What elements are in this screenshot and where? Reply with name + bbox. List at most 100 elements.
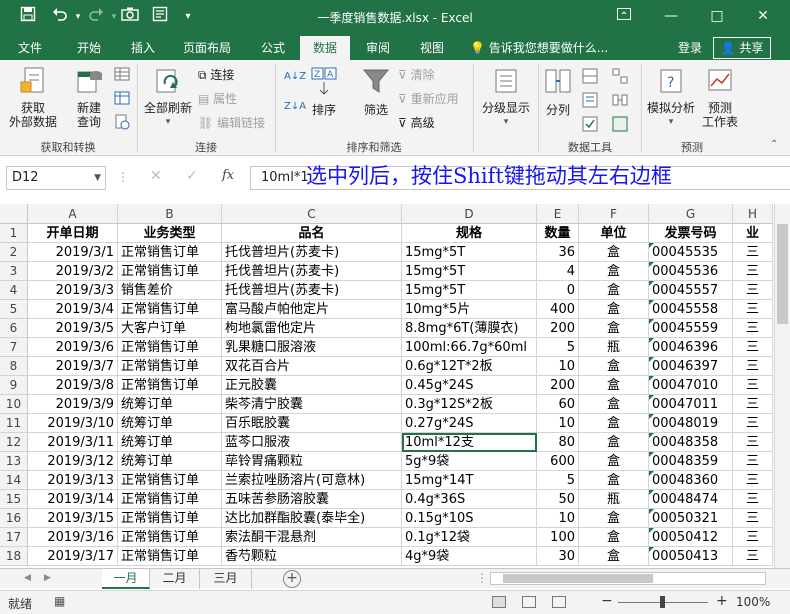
table-cell-col-h[interactable]: 三 <box>733 338 773 357</box>
table-cell-col-a[interactable]: 2019/3/8 <box>28 376 118 395</box>
table-cell-col-e[interactable]: 10 <box>537 509 579 528</box>
table-cell-col-c[interactable]: 百乐眠胶囊 <box>222 414 402 433</box>
row-header[interactable]: 17 <box>0 528 28 547</box>
column-header-d[interactable]: D <box>402 204 537 224</box>
table-cell-col-h[interactable]: 三 <box>733 528 773 547</box>
column-header-c[interactable]: C <box>222 204 402 224</box>
table-cell-col-a[interactable]: 2019/3/16 <box>28 528 118 547</box>
table-cell-col-b[interactable]: 销售差价 <box>118 281 222 300</box>
table-cell-col-e[interactable]: 100 <box>537 528 579 547</box>
maximize-button[interactable]: □ <box>694 0 740 32</box>
table-cell-col-g[interactable]: 00046397 <box>649 357 733 376</box>
table-cell-col-g[interactable]: 00050413 <box>649 547 733 566</box>
table-cell-col-h[interactable]: 三 <box>733 262 773 281</box>
sheet-tab-february[interactable]: 二月 <box>150 569 200 589</box>
row-header[interactable]: 12 <box>0 433 28 452</box>
row-header[interactable]: 7 <box>0 338 28 357</box>
tab-formulas[interactable]: 公式 <box>250 36 296 60</box>
table-cell-col-b[interactable]: 正常销售订单 <box>118 357 222 376</box>
table-cell-col-d[interactable]: 10ml*12支 <box>402 433 537 452</box>
table-cell-col-c[interactable]: 托伐普坦片(苏麦卡) <box>222 243 402 262</box>
share-button[interactable]: 👤 共享 <box>713 37 771 59</box>
remove-duplicates-icon[interactable] <box>582 92 598 111</box>
table-cell-col-a[interactable]: 2019/3/11 <box>28 433 118 452</box>
advanced-button[interactable]: ⊽ 高级 <box>398 116 435 130</box>
table-cell-col-a[interactable]: 2019/3/2 <box>28 262 118 281</box>
table-cell-col-a[interactable]: 2019/3/10 <box>28 414 118 433</box>
table-cell-col-b[interactable]: 正常销售订单 <box>118 509 222 528</box>
table-cell-col-b[interactable]: 正常销售订单 <box>118 376 222 395</box>
next-sheet-icon[interactable]: ▶ <box>44 573 51 583</box>
horizontal-scrollbar[interactable] <box>490 572 766 585</box>
table-cell-col-d[interactable]: 0.15g*10S <box>402 509 537 528</box>
column-header-f[interactable]: F <box>579 204 649 224</box>
header-cell-col-a[interactable]: 开单日期 <box>28 224 118 243</box>
table-cell-col-e[interactable]: 600 <box>537 452 579 471</box>
table-cell-col-d[interactable]: 8.8mg*6T(薄膜衣) <box>402 319 537 338</box>
row-header[interactable]: 15 <box>0 490 28 509</box>
prev-sheet-icon[interactable]: ◀ <box>24 573 31 583</box>
sort-ascending-icon[interactable]: A↓Z <box>284 70 306 84</box>
insert-function-icon[interactable]: fx <box>222 168 234 183</box>
row-header[interactable]: 2 <box>0 243 28 262</box>
table-cell-col-b[interactable]: 统筹订单 <box>118 452 222 471</box>
tab-view[interactable]: 视图 <box>408 36 456 60</box>
tell-me-box[interactable]: 💡 告诉我您想要做什么... <box>470 36 608 60</box>
table-cell-col-g[interactable]: 00048359 <box>649 452 733 471</box>
row-header[interactable]: 13 <box>0 452 28 471</box>
text-to-columns-button[interactable]: 分列 <box>540 66 576 117</box>
data-validation-icon[interactable] <box>582 116 598 135</box>
table-cell-col-f[interactable]: 瓶 <box>579 338 649 357</box>
table-cell-col-g[interactable]: 00050412 <box>649 528 733 547</box>
table-cell-col-e[interactable]: 80 <box>537 433 579 452</box>
reapply-button[interactable]: ⊽ 重新应用 <box>398 92 459 106</box>
table-cell-col-b[interactable]: 正常销售订单 <box>118 490 222 509</box>
table-cell-col-a[interactable]: 2019/3/7 <box>28 357 118 376</box>
header-cell-col-e[interactable]: 数量 <box>537 224 579 243</box>
table-cell-col-f[interactable]: 盒 <box>579 414 649 433</box>
table-cell-col-e[interactable]: 200 <box>537 376 579 395</box>
connections-button[interactable]: ⧉ 连接 <box>198 68 234 82</box>
what-if-analysis-button[interactable]: ? 模拟分析 ▾ <box>644 66 698 129</box>
table-cell-col-a[interactable]: 2019/3/6 <box>28 338 118 357</box>
table-cell-col-h[interactable]: 三 <box>733 471 773 490</box>
table-cell-col-b[interactable]: 统筹订单 <box>118 414 222 433</box>
table-cell-col-f[interactable]: 盒 <box>579 433 649 452</box>
table-cell-col-h[interactable]: 三 <box>733 300 773 319</box>
table-cell-col-c[interactable]: 柴芩清宁胶囊 <box>222 395 402 414</box>
table-cell-col-f[interactable]: 盒 <box>579 281 649 300</box>
table-cell-col-b[interactable]: 正常销售订单 <box>118 262 222 281</box>
table-cell-col-h[interactable]: 三 <box>733 509 773 528</box>
table-cell-col-c[interactable]: 达比加群酯胶囊(泰毕全) <box>222 509 402 528</box>
table-cell-col-e[interactable]: 60 <box>537 395 579 414</box>
collapse-ribbon-icon[interactable]: ⌃ <box>770 138 778 152</box>
sort-descending-icon[interactable]: Z↓A <box>284 100 306 114</box>
vertical-scrollbar-thumb[interactable] <box>777 224 788 324</box>
table-cell-col-d[interactable]: 5g*9袋 <box>402 452 537 471</box>
table-cell-col-a[interactable]: 2019/3/9 <box>28 395 118 414</box>
table-cell-col-e[interactable]: 10 <box>537 357 579 376</box>
table-cell-col-h[interactable]: 三 <box>733 490 773 509</box>
add-sheet-icon[interactable]: + <box>283 570 301 588</box>
table-cell-col-e[interactable]: 0 <box>537 281 579 300</box>
filter-button[interactable]: 筛选 <box>356 66 396 117</box>
row-header[interactable]: 10 <box>0 395 28 414</box>
table-cell-col-c[interactable]: 索法酮干混悬剂 <box>222 528 402 547</box>
table-cell-col-c[interactable]: 乳果糖口服溶液 <box>222 338 402 357</box>
table-cell-col-e[interactable]: 10 <box>537 414 579 433</box>
table-cell-col-c[interactable]: 托伐普坦片(苏麦卡) <box>222 281 402 300</box>
table-cell-col-g[interactable]: 00047011 <box>649 395 733 414</box>
header-cell-col-g[interactable]: 发票号码 <box>649 224 733 243</box>
row-header[interactable]: 6 <box>0 319 28 338</box>
sort-button[interactable]: ZA 排序 <box>306 66 342 117</box>
table-cell-col-h[interactable]: 三 <box>733 281 773 300</box>
table-cell-col-g[interactable]: 00050321 <box>649 509 733 528</box>
table-cell-col-h[interactable]: 三 <box>733 357 773 376</box>
login-link[interactable]: 登录 <box>670 36 710 60</box>
table-cell-col-g[interactable]: 00046396 <box>649 338 733 357</box>
table-cell-col-f[interactable]: 盒 <box>579 300 649 319</box>
table-cell-col-g[interactable]: 00045559 <box>649 319 733 338</box>
table-cell-col-d[interactable]: 0.6g*12T*2板 <box>402 357 537 376</box>
name-box[interactable]: D12 ▼ <box>6 166 106 190</box>
close-button[interactable]: ✕ <box>740 0 786 32</box>
